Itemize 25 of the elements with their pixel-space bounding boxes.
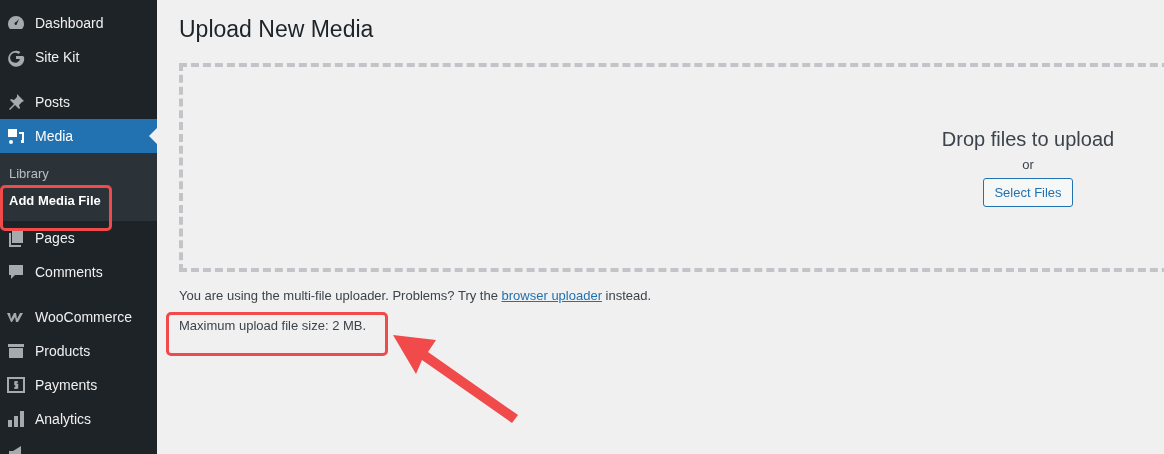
submenu-item[interactable]: Add Media File [0,187,157,214]
or-label: or [1022,157,1034,172]
menu-item[interactable]: Site Kit [0,40,157,74]
menu-item[interactable]: Payments [0,368,157,402]
uploader-notice: You are using the multi-file uploader. Problems? Try the browser uploader instead. [179,288,653,303]
menu-item[interactable]: Products [0,334,157,368]
select-files-button[interactable]: Select Files [983,178,1073,207]
browser-uploader-link[interactable]: browser uploader [501,288,602,303]
speech-bubble-icon [6,262,26,282]
archive-box-icon [6,341,26,361]
menu-item[interactable]: Posts [0,85,157,119]
menu-item[interactable]: Comments [0,255,157,289]
menu-item[interactable]: WooCommerce [0,300,157,334]
menu-item[interactable]: Media [0,119,157,153]
page-title: Upload New Media [179,16,375,43]
drop-zone[interactable]: Drop files to upload or Select Files [179,63,1164,272]
menu-item[interactable]: Dashboard [0,6,157,40]
max-size-text: Maximum upload file size: 2 MB. [179,318,368,333]
pages-icon [6,228,26,248]
bar-chart-icon [6,409,26,429]
menu-item[interactable]: Pages [0,221,157,255]
submenu-item[interactable]: Library [0,160,157,187]
dollar-icon [6,375,26,395]
menu-item[interactable]: Analytics [0,402,157,436]
drop-heading: Drop files to upload [941,128,1115,151]
